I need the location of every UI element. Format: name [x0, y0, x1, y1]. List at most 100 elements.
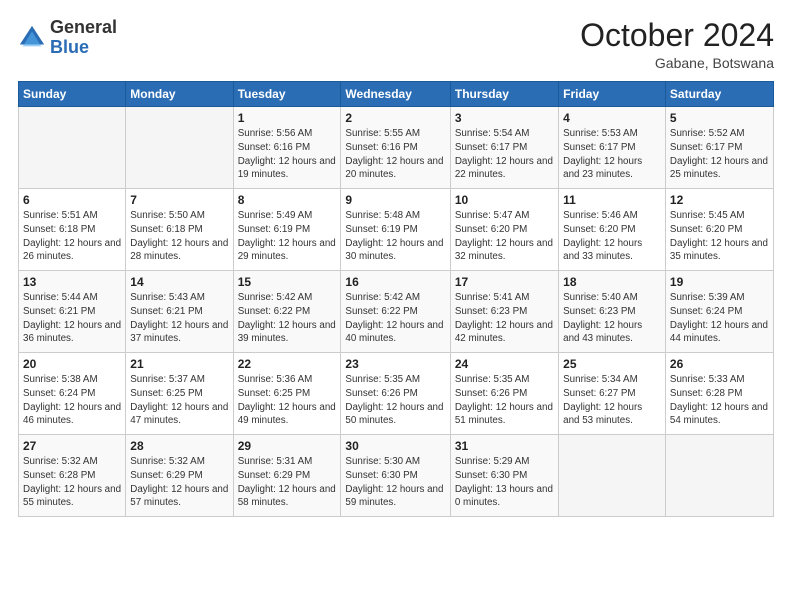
day-info: Sunrise: 5:47 AM Sunset: 6:20 PM Dayligh…: [455, 209, 554, 264]
day-info: Sunrise: 5:35 AM Sunset: 6:26 PM Dayligh…: [455, 373, 554, 428]
col-monday: Monday: [126, 82, 233, 107]
calendar-cell: 12 Sunrise: 5:45 AM Sunset: 6:20 PM Dayli…: [665, 189, 773, 271]
calendar-cell: 17Sunrise: 5:41 AM Sunset: 6:23 PM Dayli…: [450, 271, 558, 353]
calendar-cell: 14Sunrise: 5:43 AM Sunset: 6:21 PM Dayli…: [126, 271, 233, 353]
day-info: Sunrise: 5:31 AM Sunset: 6:29 PM Dayligh…: [238, 455, 337, 510]
day-number: 20: [23, 357, 121, 371]
title-block: October 2024 Gabane, Botswana: [580, 18, 774, 71]
day-number: 31: [455, 439, 554, 453]
calendar-cell: 22 Sunrise: 5:36 AM Sunset: 6:25 PM Dayli…: [233, 353, 341, 435]
col-sunday: Sunday: [19, 82, 126, 107]
calendar-cell: 13 Sunrise: 5:44 AM Sunset: 6:21 PM Dayli…: [19, 271, 126, 353]
day-number: 17: [455, 275, 554, 289]
day-number: 27: [23, 439, 121, 453]
day-number: 30: [345, 439, 445, 453]
calendar-cell: 8Sunrise: 5:49 AM Sunset: 6:19 PM Daylig…: [233, 189, 341, 271]
day-number: 4: [563, 111, 661, 125]
day-number: 28: [130, 439, 228, 453]
calendar-cell: 5 Sunrise: 5:52 AM Sunset: 6:17 PM Daylig…: [665, 107, 773, 189]
day-number: 11: [563, 193, 661, 207]
day-info: Sunrise: 5:42 AM Sunset: 6:22 PM Dayligh…: [238, 291, 337, 346]
calendar-week-0: 1 Sunrise: 5:56 AM Sunset: 6:16 PM Daylig…: [19, 107, 774, 189]
day-number: 9: [345, 193, 445, 207]
calendar-cell: 25Sunrise: 5:34 AM Sunset: 6:27 PM Dayli…: [559, 353, 666, 435]
day-info: Sunrise: 5:40 AM Sunset: 6:23 PM Dayligh…: [563, 291, 661, 346]
day-info: Sunrise: 5:38 AM Sunset: 6:24 PM Dayligh…: [23, 373, 121, 428]
day-info: Sunrise: 5:53 AM Sunset: 6:17 PM Dayligh…: [563, 127, 661, 182]
day-info: Sunrise: 5:44 AM Sunset: 6:21 PM Dayligh…: [23, 291, 121, 346]
calendar-cell: 28Sunrise: 5:32 AM Sunset: 6:29 PM Dayli…: [126, 435, 233, 517]
day-info: Sunrise: 5:49 AM Sunset: 6:19 PM Dayligh…: [238, 209, 337, 264]
day-info: Sunrise: 5:48 AM Sunset: 6:19 PM Dayligh…: [345, 209, 445, 264]
day-number: 24: [455, 357, 554, 371]
calendar-cell: [126, 107, 233, 189]
calendar-cell: 20 Sunrise: 5:38 AM Sunset: 6:24 PM Dayli…: [19, 353, 126, 435]
col-saturday: Saturday: [665, 82, 773, 107]
day-number: 12: [670, 193, 769, 207]
calendar-cell: 19Sunrise: 5:39 AM Sunset: 6:24 PM Dayli…: [665, 271, 773, 353]
day-info: Sunrise: 5:35 AM Sunset: 6:26 PM Dayligh…: [345, 373, 445, 428]
calendar-header-row: Sunday Monday Tuesday Wednesday Thursday…: [19, 82, 774, 107]
col-friday: Friday: [559, 82, 666, 107]
day-info: Sunrise: 5:30 AM Sunset: 6:30 PM Dayligh…: [345, 455, 445, 510]
day-info: Sunrise: 5:51 AM Sunset: 6:18 PM Dayligh…: [23, 209, 121, 264]
day-info: Sunrise: 5:45 AM Sunset: 6:20 PM Dayligh…: [670, 209, 769, 264]
calendar-cell: 3 Sunrise: 5:54 AM Sunset: 6:17 PM Daylig…: [450, 107, 558, 189]
calendar-cell: 15 Sunrise: 5:42 AM Sunset: 6:22 PM Dayli…: [233, 271, 341, 353]
day-info: Sunrise: 5:46 AM Sunset: 6:20 PM Dayligh…: [563, 209, 661, 264]
calendar-cell: 10Sunrise: 5:47 AM Sunset: 6:20 PM Dayli…: [450, 189, 558, 271]
day-info: Sunrise: 5:39 AM Sunset: 6:24 PM Dayligh…: [670, 291, 769, 346]
day-info: Sunrise: 5:29 AM Sunset: 6:30 PM Dayligh…: [455, 455, 554, 510]
calendar-cell: 11 Sunrise: 5:46 AM Sunset: 6:20 PM Dayli…: [559, 189, 666, 271]
calendar-cell: 31 Sunrise: 5:29 AM Sunset: 6:30 PM Dayli…: [450, 435, 558, 517]
day-number: 3: [455, 111, 554, 125]
location: Gabane, Botswana: [580, 55, 774, 71]
day-info: Sunrise: 5:33 AM Sunset: 6:28 PM Dayligh…: [670, 373, 769, 428]
calendar-cell: 21Sunrise: 5:37 AM Sunset: 6:25 PM Dayli…: [126, 353, 233, 435]
calendar-cell: 6 Sunrise: 5:51 AM Sunset: 6:18 PM Daylig…: [19, 189, 126, 271]
day-number: 21: [130, 357, 228, 371]
calendar-cell: [665, 435, 773, 517]
calendar: Sunday Monday Tuesday Wednesday Thursday…: [18, 81, 774, 517]
day-info: Sunrise: 5:43 AM Sunset: 6:21 PM Dayligh…: [130, 291, 228, 346]
day-number: 13: [23, 275, 121, 289]
calendar-cell: 9 Sunrise: 5:48 AM Sunset: 6:19 PM Daylig…: [341, 189, 450, 271]
calendar-cell: 26 Sunrise: 5:33 AM Sunset: 6:28 PM Dayli…: [665, 353, 773, 435]
day-number: 1: [238, 111, 337, 125]
col-tuesday: Tuesday: [233, 82, 341, 107]
day-info: Sunrise: 5:54 AM Sunset: 6:17 PM Dayligh…: [455, 127, 554, 182]
day-number: 29: [238, 439, 337, 453]
calendar-cell: 1 Sunrise: 5:56 AM Sunset: 6:16 PM Daylig…: [233, 107, 341, 189]
calendar-week-4: 27 Sunrise: 5:32 AM Sunset: 6:28 PM Dayli…: [19, 435, 774, 517]
day-number: 7: [130, 193, 228, 207]
day-number: 5: [670, 111, 769, 125]
day-number: 2: [345, 111, 445, 125]
logo: General Blue: [18, 18, 117, 58]
calendar-cell: 4 Sunrise: 5:53 AM Sunset: 6:17 PM Daylig…: [559, 107, 666, 189]
day-number: 15: [238, 275, 337, 289]
day-info: Sunrise: 5:50 AM Sunset: 6:18 PM Dayligh…: [130, 209, 228, 264]
day-number: 25: [563, 357, 661, 371]
day-info: Sunrise: 5:52 AM Sunset: 6:17 PM Dayligh…: [670, 127, 769, 182]
day-number: 26: [670, 357, 769, 371]
calendar-cell: 23Sunrise: 5:35 AM Sunset: 6:26 PM Dayli…: [341, 353, 450, 435]
day-number: 18: [563, 275, 661, 289]
day-info: Sunrise: 5:32 AM Sunset: 6:28 PM Dayligh…: [23, 455, 121, 510]
calendar-cell: [559, 435, 666, 517]
calendar-cell: 30 Sunrise: 5:30 AM Sunset: 6:30 PM Dayli…: [341, 435, 450, 517]
day-info: Sunrise: 5:42 AM Sunset: 6:22 PM Dayligh…: [345, 291, 445, 346]
calendar-cell: 16Sunrise: 5:42 AM Sunset: 6:22 PM Dayli…: [341, 271, 450, 353]
logo-general-text: General: [50, 17, 117, 37]
calendar-cell: 24 Sunrise: 5:35 AM Sunset: 6:26 PM Dayli…: [450, 353, 558, 435]
col-thursday: Thursday: [450, 82, 558, 107]
calendar-week-2: 13 Sunrise: 5:44 AM Sunset: 6:21 PM Dayli…: [19, 271, 774, 353]
day-number: 6: [23, 193, 121, 207]
header: General Blue October 2024 Gabane, Botswa…: [18, 18, 774, 71]
day-number: 22: [238, 357, 337, 371]
day-info: Sunrise: 5:36 AM Sunset: 6:25 PM Dayligh…: [238, 373, 337, 428]
logo-blue-text: Blue: [50, 37, 89, 57]
calendar-cell: 7 Sunrise: 5:50 AM Sunset: 6:18 PM Daylig…: [126, 189, 233, 271]
day-info: Sunrise: 5:56 AM Sunset: 6:16 PM Dayligh…: [238, 127, 337, 182]
month-year: October 2024: [580, 18, 774, 53]
page: General Blue October 2024 Gabane, Botswa…: [0, 0, 792, 612]
